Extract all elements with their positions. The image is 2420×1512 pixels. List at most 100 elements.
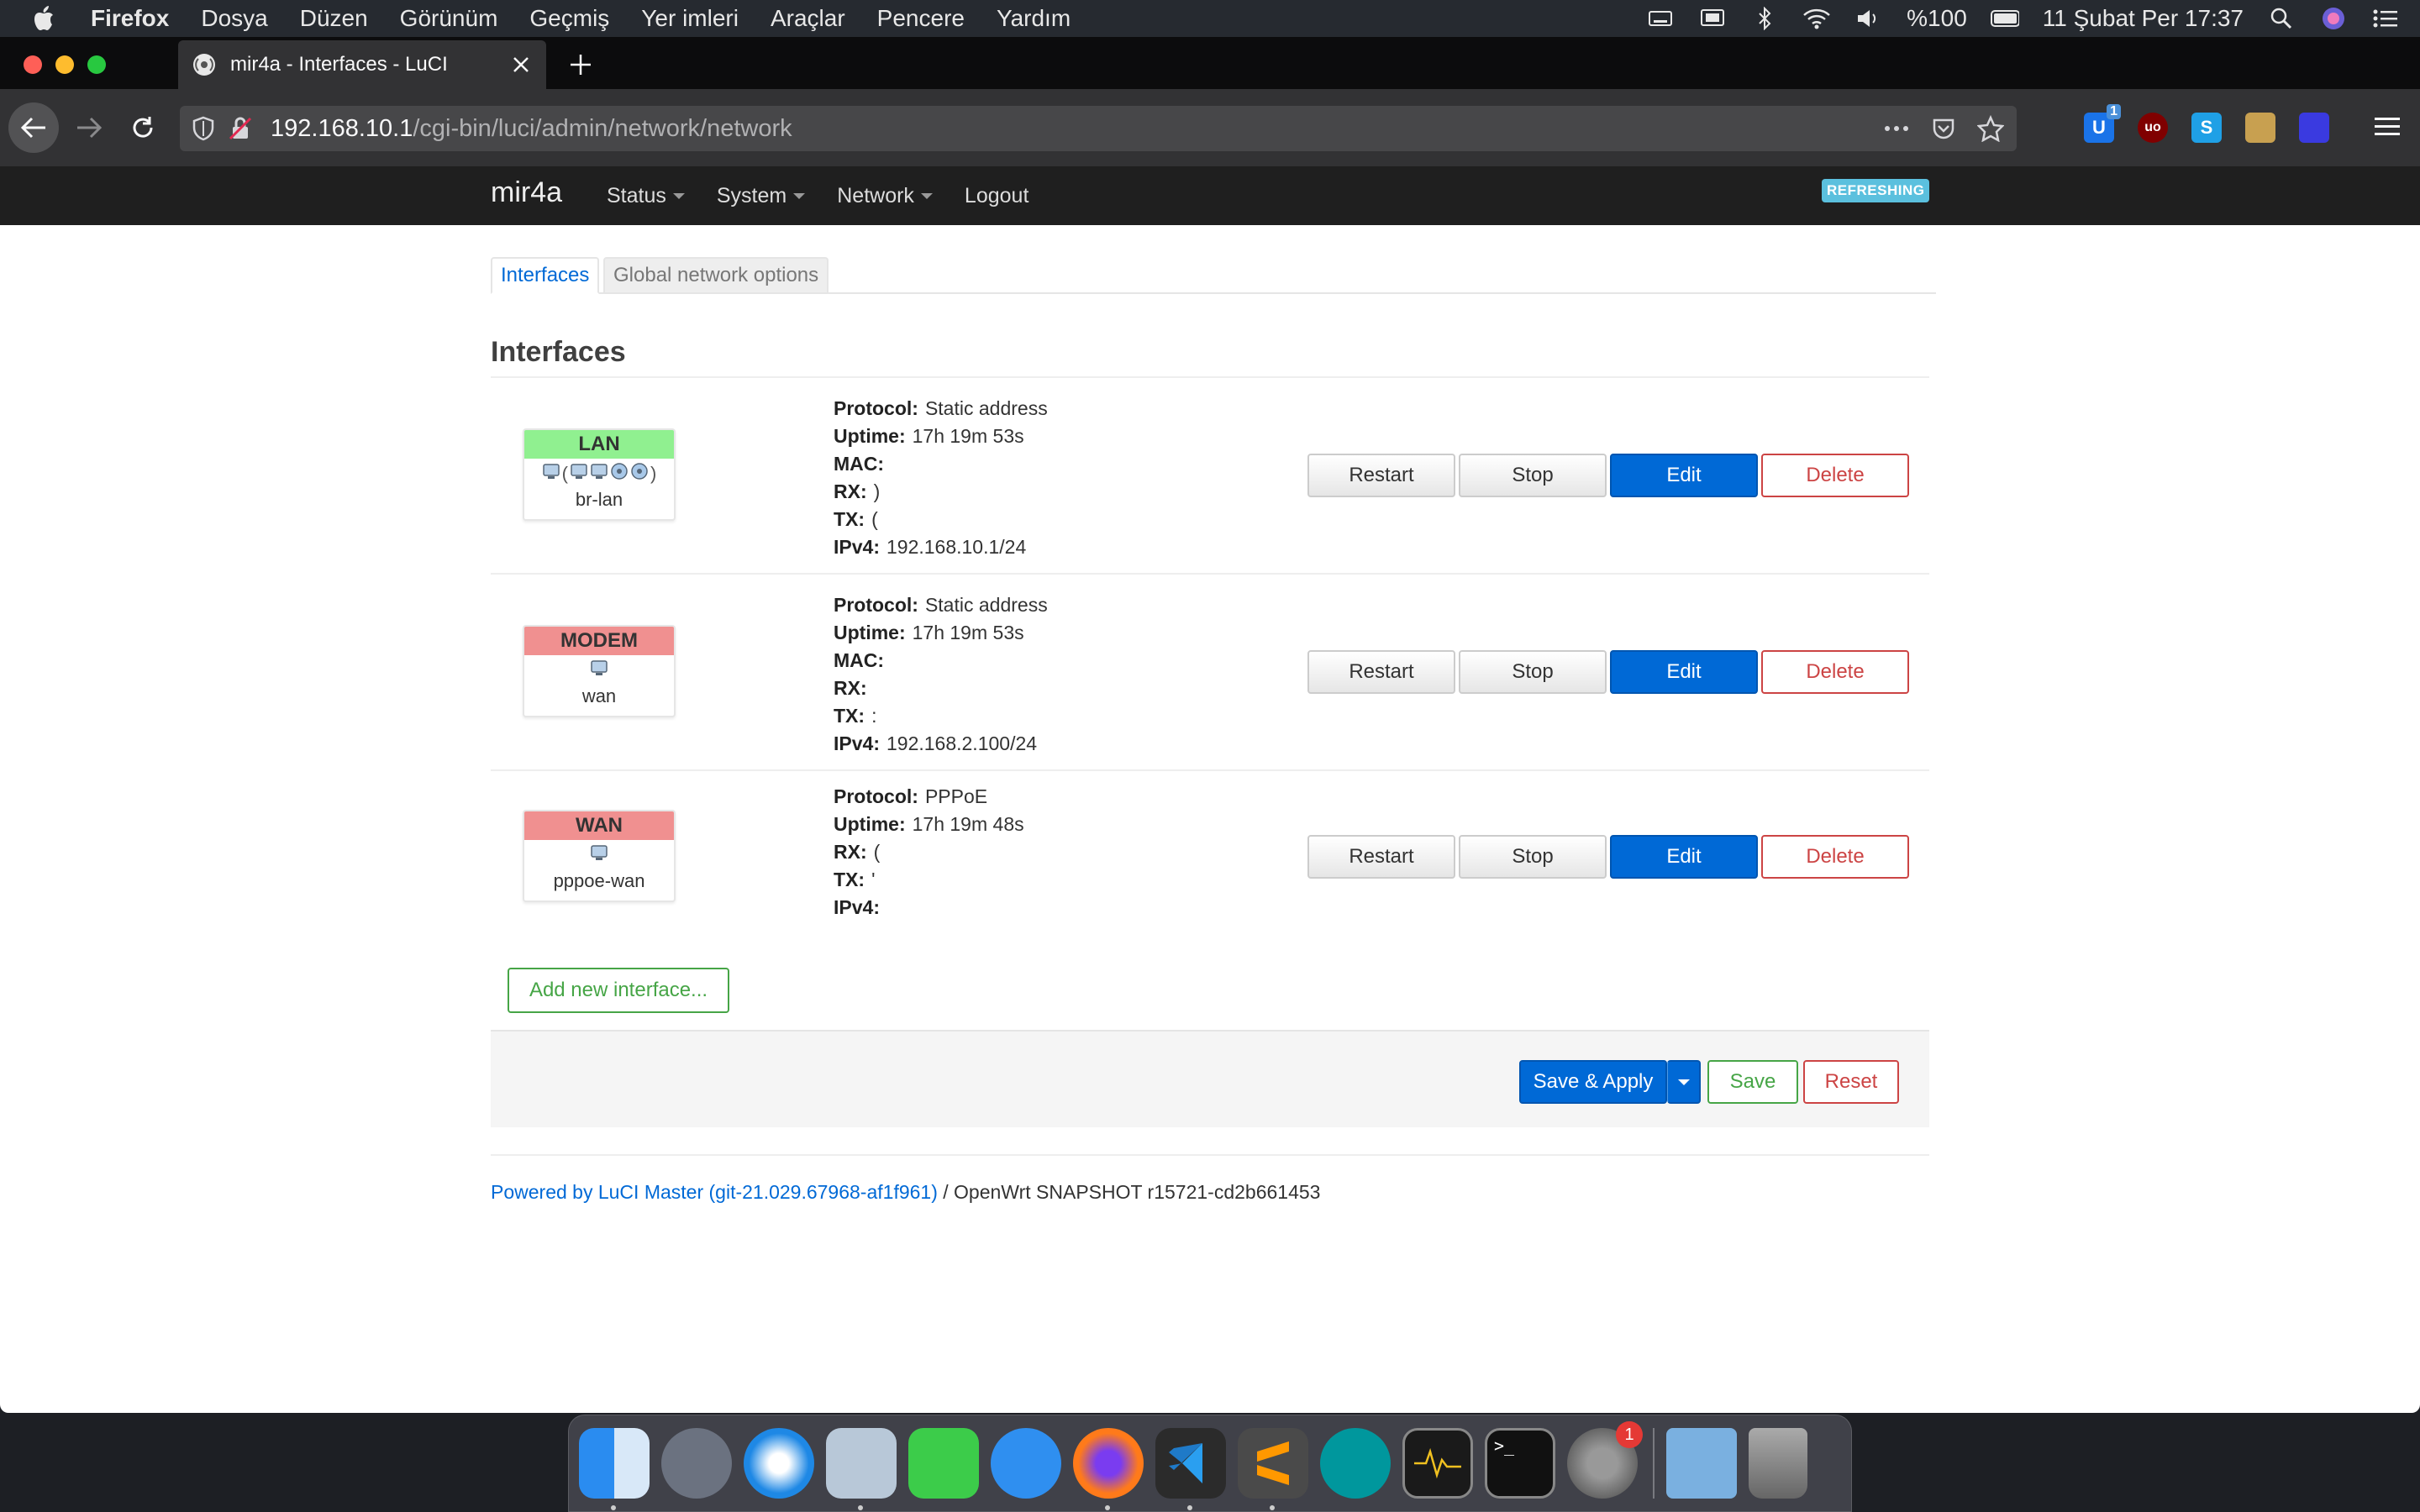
page-actions-icon[interactable] (1882, 114, 1911, 143)
siri-icon[interactable] (2319, 6, 2348, 31)
stop-button[interactable]: Stop (1459, 454, 1607, 497)
wifi-icon[interactable] (1802, 6, 1831, 31)
window-close-button[interactable] (24, 55, 42, 74)
macos-menubar: Firefox Dosya Düzen Görünüm Geçmiş Yer i… (0, 0, 2420, 37)
arduino-icon[interactable] (1320, 1428, 1391, 1499)
nav-status-label: Status (607, 183, 666, 207)
restart-button[interactable]: Restart (1307, 454, 1455, 497)
delete-button[interactable]: Delete (1761, 650, 1909, 694)
menu-gecmis[interactable]: Geçmiş (529, 5, 609, 32)
delete-button[interactable]: Delete (1761, 835, 1909, 879)
menu-dosya[interactable]: Dosya (201, 5, 267, 32)
status-value: 192.168.2.100/24 (886, 732, 1038, 754)
menu-gorunum[interactable]: Görünüm (400, 5, 498, 32)
tab-interfaces[interactable]: Interfaces (491, 257, 600, 294)
battery-icon[interactable] (1990, 6, 2019, 31)
status-label: Uptime: (834, 622, 906, 643)
app-menu-icon[interactable] (2375, 114, 2403, 143)
sublime-icon[interactable] (1238, 1428, 1308, 1510)
launchpad-icon[interactable] (661, 1428, 732, 1499)
interface-device-icons (524, 655, 674, 685)
insecure-lock-icon[interactable] (227, 115, 254, 142)
back-arrow-icon[interactable] (8, 102, 59, 153)
edit-button[interactable]: Edit (1610, 454, 1758, 497)
messages-icon[interactable] (991, 1428, 1061, 1499)
status-line: IPv4: 192.168.2.100/24 (834, 730, 1048, 758)
system-preferences-icon[interactable]: 1 (1567, 1421, 1643, 1499)
status-label: RX: (834, 480, 867, 502)
menu-yardim[interactable]: Yardım (997, 5, 1071, 32)
menu-araclar[interactable]: Araçlar (771, 5, 845, 32)
tab-close-icon[interactable] (509, 53, 533, 76)
spotlight-search-icon[interactable] (2267, 6, 2296, 31)
finder-icon[interactable] (579, 1428, 650, 1510)
running-indicator (1187, 1505, 1192, 1510)
save-apply-button[interactable]: Save & Apply (1519, 1060, 1667, 1104)
ethernet-port-icon (590, 659, 608, 682)
tab-global-network-options[interactable]: Global network options (603, 257, 829, 294)
pocket-icon[interactable] (1929, 114, 1958, 143)
reload-icon[interactable] (118, 102, 168, 153)
activity-monitor-icon[interactable] (1402, 1428, 1473, 1499)
tracking-shield-icon[interactable] (190, 115, 217, 142)
bitwarden-extension-icon[interactable]: U1 (2084, 104, 2121, 143)
menu-app-name[interactable]: Firefox (91, 5, 169, 32)
stop-button[interactable]: Stop (1459, 835, 1607, 879)
restart-button[interactable]: Restart (1307, 650, 1455, 694)
nav-network[interactable]: Network (837, 184, 933, 208)
downloads-folder-icon[interactable] (1666, 1428, 1737, 1499)
bluetooth-icon[interactable] (1750, 6, 1779, 31)
interface-row: LAN() br-lan Protocol: Static address Uptime… (491, 378, 1929, 575)
volume-icon[interactable] (1854, 6, 1883, 31)
running-indicator (611, 1505, 616, 1510)
edit-button[interactable]: Edit (1610, 650, 1758, 694)
trash-icon[interactable] (1749, 1428, 1807, 1499)
footer-divider (491, 1154, 1929, 1156)
menu-pencere[interactable]: Pencere (877, 5, 965, 32)
delete-button[interactable]: Delete (1761, 454, 1909, 497)
vscode-icon[interactable] (1155, 1428, 1226, 1510)
s-extension-icon[interactable]: S (2191, 113, 2222, 143)
terminal-icon[interactable]: >_ (1485, 1428, 1555, 1499)
menu-yer-imleri[interactable]: Yer imleri (641, 5, 739, 32)
firefox-icon[interactable] (1073, 1428, 1144, 1510)
url-bar[interactable]: 192.168.10.1/cgi-bin/luci/admin/network/… (180, 106, 2017, 151)
window-zoom-button[interactable] (87, 55, 106, 74)
facetime-icon[interactable] (908, 1428, 979, 1499)
add-interface-button[interactable]: Add new interface... (508, 968, 729, 1013)
save-apply-dropdown-button[interactable] (1667, 1060, 1701, 1104)
footer-luci-link[interactable]: Powered by LuCI Master (git-21.029.67968… (491, 1181, 938, 1203)
clock[interactable]: 11 Şubat Per 17:37 (2043, 5, 2244, 32)
safari-icon[interactable] (744, 1428, 814, 1499)
display-icon[interactable] (1698, 6, 1727, 31)
luci-brand[interactable]: mir4a (491, 176, 562, 209)
nav-system[interactable]: System (717, 184, 806, 208)
restart-button[interactable]: Restart (1307, 835, 1455, 879)
ublock-extension-icon[interactable]: uo (2138, 113, 2168, 143)
brain-extension-icon[interactable] (2245, 113, 2275, 143)
form-actions-bar: Save & Apply Save Reset (491, 1030, 1929, 1127)
link-extension-icon[interactable] (2299, 113, 2329, 143)
status-label: Uptime: (834, 813, 906, 835)
running-indicator (858, 1505, 863, 1510)
interface-device-icons: () (524, 459, 674, 489)
save-button[interactable]: Save (1707, 1060, 1798, 1104)
menu-duzen[interactable]: Düzen (300, 5, 368, 32)
edit-button[interactable]: Edit (1610, 835, 1758, 879)
new-tab-icon[interactable] (568, 52, 593, 77)
forward-arrow-icon[interactable] (64, 102, 114, 153)
window-minimize-button[interactable] (55, 55, 74, 74)
ethernet-port-icon (570, 462, 588, 486)
keyboard-icon[interactable] (1646, 6, 1675, 31)
preview-icon[interactable] (826, 1428, 897, 1510)
reset-button[interactable]: Reset (1803, 1060, 1899, 1104)
refreshing-badge[interactable]: REFRESHING (1822, 179, 1930, 202)
nav-logout[interactable]: Logout (965, 184, 1028, 208)
stop-button[interactable]: Stop (1459, 650, 1607, 694)
apple-menu-icon[interactable] (34, 4, 59, 33)
browser-tab-active[interactable]: mir4a - Interfaces - LuCI (178, 40, 546, 89)
status-label: Uptime: (834, 425, 906, 447)
nav-status[interactable]: Status (607, 184, 685, 208)
bookmark-star-icon[interactable] (1976, 114, 2005, 143)
notification-center-icon[interactable] (2371, 6, 2400, 31)
